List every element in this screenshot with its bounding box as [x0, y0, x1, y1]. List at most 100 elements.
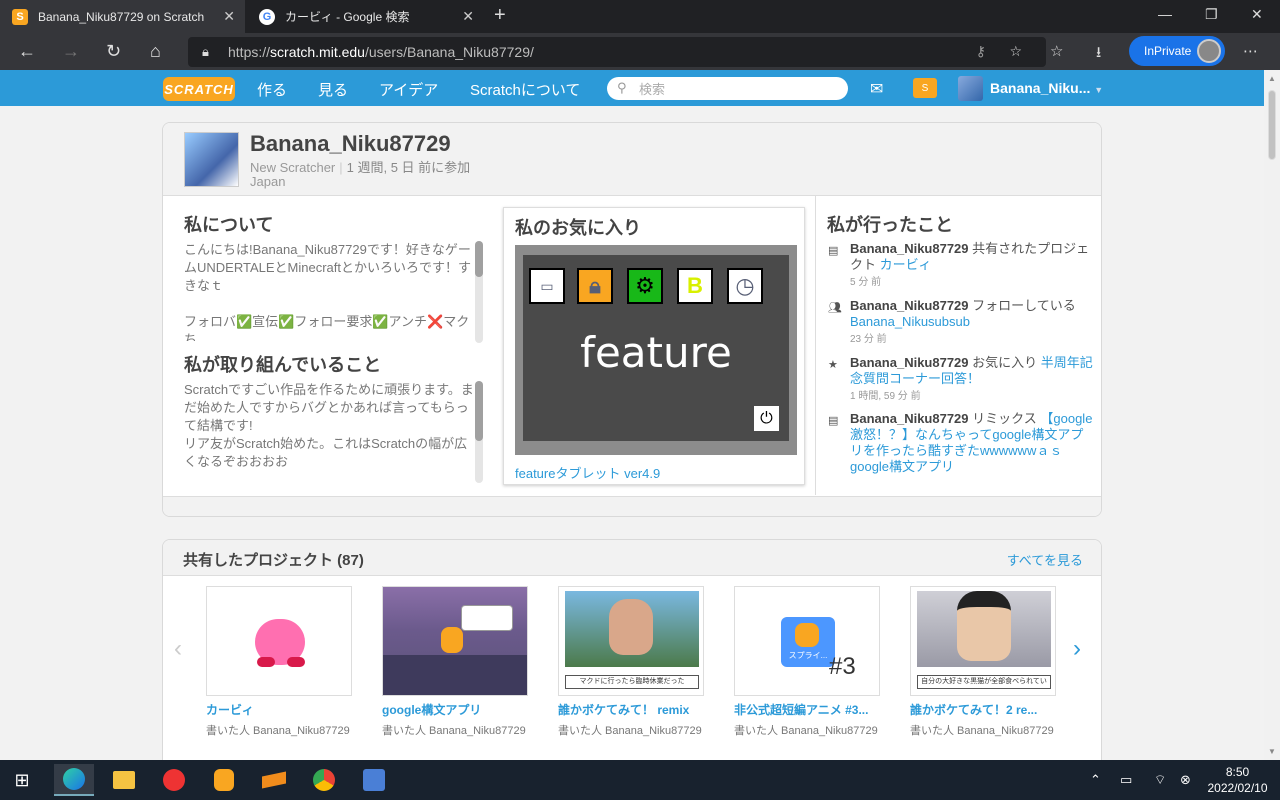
translate-app-icon[interactable] — [354, 764, 394, 796]
character-face — [609, 599, 653, 655]
file-explorer-icon[interactable] — [104, 764, 144, 796]
activity-target[interactable]: カービィ — [880, 257, 932, 272]
user-menu[interactable]: Banana_Niku... ▼ — [990, 80, 1103, 96]
inprivate-button[interactable]: InPrivate — [1129, 36, 1225, 66]
folder-app-icon: ▭ — [529, 268, 565, 304]
system-clock[interactable]: 8:50 2022/02/10 — [1200, 764, 1275, 796]
minimize-icon[interactable]: — — [1158, 6, 1172, 22]
shared-header: 共有したプロジェクト (87) すべてを見る — [163, 540, 1101, 576]
project-thumbnail[interactable] — [382, 586, 528, 696]
scroll-down-icon[interactable]: ▼ — [1268, 747, 1276, 756]
scroll-up-icon[interactable]: ▲ — [1268, 74, 1276, 83]
profile-box: Banana_Niku87729 New Scratcher | 1 週間, 5 日… — [162, 122, 1102, 517]
featured-project-stage[interactable]: ▭ 🔒︎ ⚙ B ◷ feature ⏻ — [515, 245, 797, 455]
clock-app-icon: ◷ — [727, 268, 763, 304]
project-thumbnail[interactable]: スプライ... #3 — [734, 586, 880, 696]
address-bar[interactable]: 🔒︎ https://scratch.mit.edu/users/Banana_… — [188, 37, 1046, 67]
scratch-app-icon[interactable] — [204, 764, 244, 796]
working-scroll-thumb[interactable] — [475, 381, 483, 441]
restore-icon[interactable]: ❐ — [1205, 6, 1218, 23]
see-all-link[interactable]: すべてを見る — [1007, 550, 1083, 569]
home-icon[interactable]: ⌂ — [150, 41, 161, 62]
browser-titlebar: S Banana_Niku87729 on Scratch ✕ G カービィ -… — [0, 0, 1280, 33]
close-window-icon[interactable]: ✕ — [1251, 6, 1263, 23]
edge-browser-icon[interactable] — [54, 764, 94, 796]
wifi-icon[interactable]: ⌔ — [1154, 772, 1166, 788]
key-icon[interactable]: ⚷ — [976, 43, 986, 60]
carousel-prev-icon[interactable]: ‹ — [174, 635, 182, 663]
project-card[interactable]: カービィ 書いた人 Banana_Niku87729 — [206, 586, 354, 738]
add-favorite-icon[interactable]: ☆ — [1009, 43, 1022, 60]
project-title[interactable]: カービィ — [206, 701, 354, 718]
nav-about[interactable]: Scratchについて — [470, 79, 580, 100]
project-title[interactable]: 誰かボケてみて！2 re... — [910, 701, 1058, 718]
project-thumbnail[interactable]: マクドに行ったら臨時休業だった — [558, 586, 704, 696]
close-tab-icon[interactable]: ✕ — [462, 8, 474, 25]
windows-start-icon[interactable]: ⊞ — [2, 764, 42, 796]
profile-avatar-icon — [1197, 39, 1221, 63]
new-tab-button[interactable]: + — [494, 4, 506, 27]
mute-icon[interactable]: ⊗ — [1180, 772, 1191, 788]
scratch-logo[interactable]: SCRATCH — [163, 77, 235, 101]
sublime-app-icon[interactable] — [254, 764, 294, 796]
battery-icon[interactable]: ▭ — [1120, 772, 1132, 788]
tab-title: Banana_Niku87729 on Scratch — [38, 9, 205, 24]
project-thumbnail[interactable]: 自分の大好きな黒猫が全部食べられていた — [910, 586, 1056, 696]
nav-ideas[interactable]: アイデア — [379, 79, 438, 100]
nav-create[interactable]: 作る — [257, 79, 287, 100]
activity-user[interactable]: Banana_Niku87729 — [850, 298, 969, 313]
activity-target[interactable]: Banana_Nikusubsub — [850, 314, 970, 329]
nav-username: Banana_Niku... — [990, 80, 1091, 96]
working-text[interactable]: Scratchですごい作品を作るために頑張ります。まだ始めた人ですからバグとかあ… — [184, 381, 474, 471]
activity-time: 1 時間, 59 分 前 — [850, 391, 921, 402]
activity-user[interactable]: Banana_Niku87729 — [850, 355, 969, 370]
tray-expand-icon[interactable]: ⌃ — [1090, 772, 1101, 788]
about-scrollbar[interactable] — [475, 241, 483, 343]
refresh-icon[interactable]: ↻ — [106, 41, 121, 62]
settings-app-icon: ⚙ — [627, 268, 663, 304]
url-host: scratch.mit.edu — [270, 44, 365, 60]
my-stuff-icon[interactable]: S — [913, 78, 937, 98]
back-icon[interactable]: ← — [18, 41, 36, 62]
project-card[interactable]: google構文アプリ 書いた人 Banana_Niku87729 — [382, 586, 530, 738]
caption-box: 自分の大好きな黒猫が全部食べられていた — [917, 675, 1051, 689]
more-menu-icon[interactable]: ⋯ — [1243, 42, 1258, 60]
lock-icon: 🔒︎ — [202, 44, 209, 59]
activity-user[interactable]: Banana_Niku87729 — [850, 411, 969, 426]
featured-project-link[interactable]: featureタブレット ver4.9 — [515, 463, 660, 482]
messages-icon[interactable]: ✉ — [870, 79, 883, 99]
project-title[interactable]: google構文アプリ — [382, 701, 530, 718]
project-title[interactable]: 非公式超短編アニメ #3... — [734, 701, 882, 718]
search-input[interactable]: ⚲ 検索 — [607, 77, 848, 100]
remix-icon: ▤ — [828, 415, 839, 427]
blocked-app-icon[interactable] — [154, 764, 194, 796]
carousel-next-icon[interactable]: › — [1073, 635, 1081, 663]
search-icon: ⚲ — [617, 80, 627, 95]
project-card[interactable]: マクドに行ったら臨時休業だった 誰かボケてみて！ remix 書いた人 Bana… — [558, 586, 706, 738]
working-scrollbar[interactable] — [475, 381, 483, 483]
about-text[interactable]: こんにちは!Banana_Niku87729です！好きなゲームUNDERTALE… — [184, 241, 474, 341]
nav-explore[interactable]: 見る — [318, 79, 348, 100]
project-card[interactable]: スプライ... #3 非公式超短編アニメ #3... 書いた人 Banana_N… — [734, 586, 882, 738]
caption-box: マクドに行ったら臨時休業だった — [565, 675, 699, 689]
url-path: /users/Banana_Niku87729/ — [364, 44, 534, 60]
download-icon[interactable]: ⭳ — [1096, 42, 1101, 67]
about-scroll-thumb[interactable] — [475, 241, 483, 277]
chrome-icon[interactable] — [304, 764, 344, 796]
number-label: #3 — [829, 653, 856, 680]
tab-google-search[interactable]: G カービィ - Google 検索 ✕ — [247, 0, 484, 33]
forward-icon[interactable]: → — [62, 41, 80, 62]
project-thumbnail[interactable] — [206, 586, 352, 696]
project-title[interactable]: 誰かボケてみて！ remix — [558, 701, 706, 718]
favorites-icon[interactable]: ☆ — [1050, 42, 1063, 60]
project-card[interactable]: 自分の大好きな黒猫が全部食べられていた 誰かボケてみて！2 re... 書いた人… — [910, 586, 1058, 738]
user-avatar[interactable] — [958, 76, 983, 101]
b-app-icon: B — [677, 268, 713, 304]
page-scrollbar[interactable]: ▲ ▼ — [1264, 70, 1280, 760]
activity-action: リミックス — [972, 411, 1037, 426]
close-tab-icon[interactable]: ✕ — [223, 8, 235, 25]
sprite-label: スプライ... — [788, 651, 828, 660]
activity-user[interactable]: Banana_Niku87729 — [850, 241, 969, 256]
scroll-thumb[interactable] — [1268, 90, 1276, 160]
tab-scratch-profile[interactable]: S Banana_Niku87729 on Scratch ✕ — [0, 0, 245, 33]
